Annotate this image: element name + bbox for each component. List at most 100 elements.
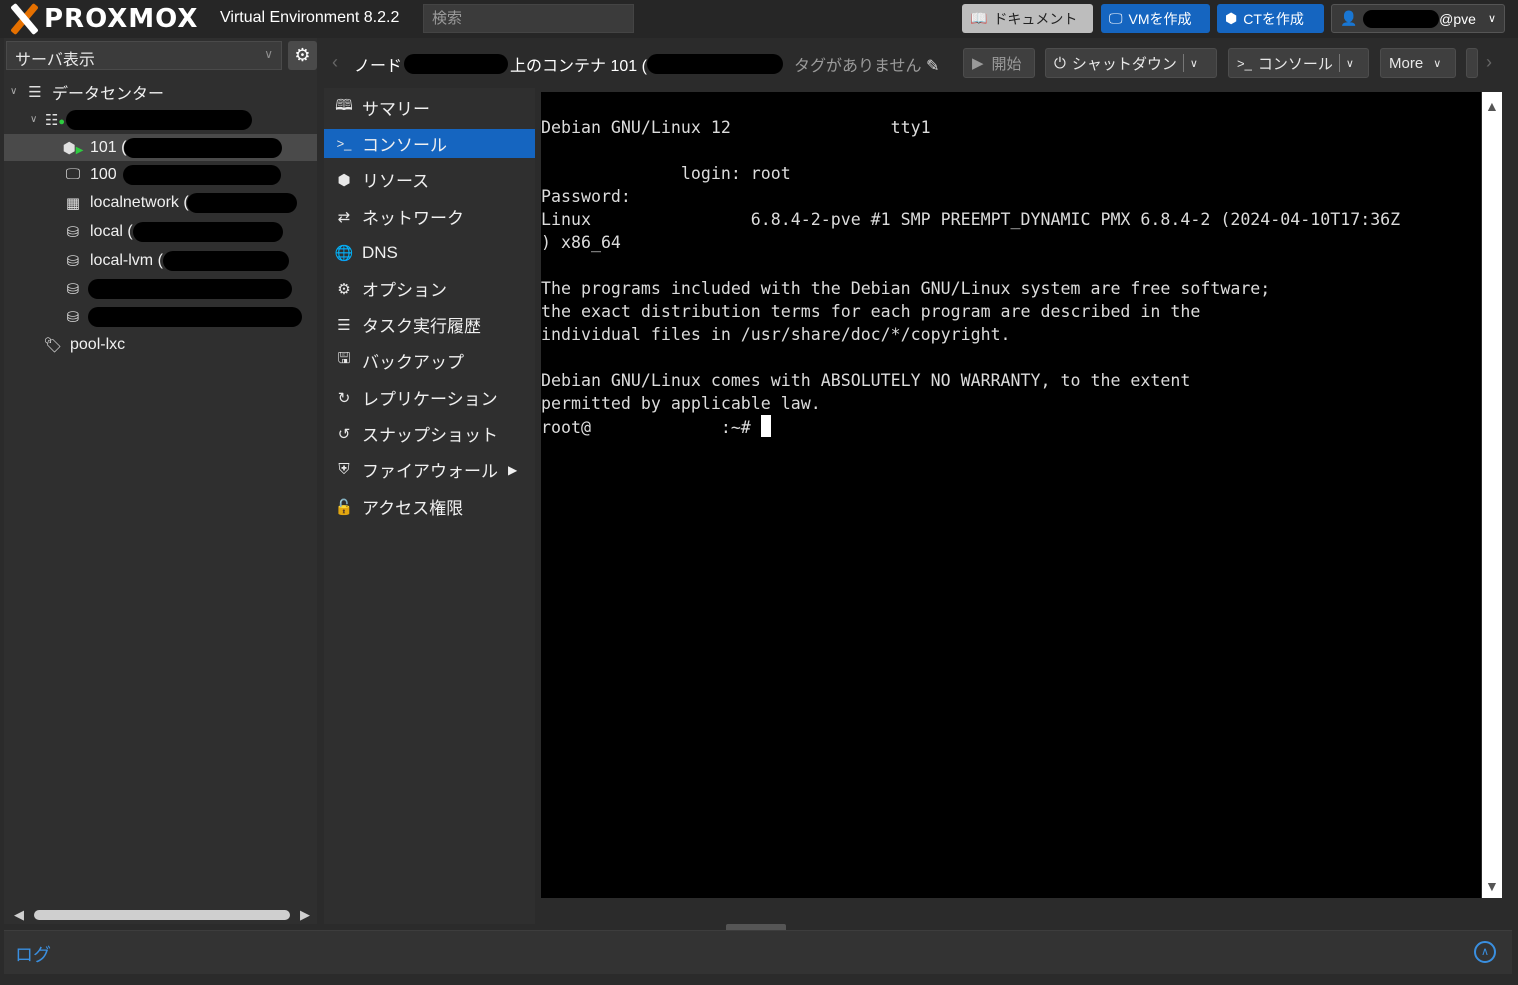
redacted-vm-name <box>122 164 281 185</box>
menu-item-permissions[interactable]: 🔓 アクセス権限 <box>324 492 535 521</box>
more-label: More <box>1389 54 1424 72</box>
pencil-icon[interactable]: ✎ <box>926 58 939 75</box>
vm-icon: 🖵 <box>65 166 81 183</box>
redacted-storage-node <box>132 221 283 242</box>
chevron-right-icon[interactable]: › <box>1486 52 1492 73</box>
terminal-line: Debian GNU/Linux comes with ABSOLUTELY N… <box>541 371 1191 390</box>
storage-icon: ⛁ <box>66 223 80 241</box>
product-version: Virtual Environment 8.2.2 <box>220 9 400 26</box>
tree-horizontal-scrollbar[interactable]: ◀ ▶ <box>14 907 310 923</box>
chevron-down-icon[interactable]: ∨ <box>1346 57 1354 70</box>
tree-settings-button[interactable]: ⚙ <box>288 41 317 70</box>
tree-item-pool-lxc[interactable]: 🏷 pool-lxc <box>42 331 125 358</box>
menu-item-task-history[interactable]: ☰ タスク実行履歴 <box>324 310 535 339</box>
overflow-button[interactable] <box>1466 48 1478 78</box>
terminal-line: permitted by applicable law. <box>541 394 821 413</box>
menu-item-label: バックアップ <box>362 353 464 372</box>
terminal-line: Linux 6.8.4-2-pve #1 SMP PREEMPT_DYNAMIC… <box>541 210 1401 229</box>
expand-up-icon[interactable]: ∧ <box>1474 941 1496 963</box>
proxmox-logo[interactable]: PROXMOX <box>6 2 198 36</box>
docs-button[interactable]: 📖 ドキュメント <box>962 4 1093 33</box>
resource-tree-panel: サーバ表示 ∨ ⚙ ∨ ☰ データセンター ∨ ☷● ⬢▶ 101 ( 🖵 10… <box>4 38 317 924</box>
tree-item-label: local ( <box>90 222 133 240</box>
title-prefix: ノード <box>354 58 403 75</box>
tree-item-storage-local-lvm[interactable]: ⛁ local-lvm ( <box>62 247 289 274</box>
shutdown-button[interactable]: ⏻ シャットダウン ∨ <box>1045 48 1217 78</box>
terminal-line: ) x86_64 <box>541 233 621 252</box>
tree-item-label: 100 <box>90 165 117 183</box>
tree-item-container-101[interactable]: ⬢▶ 101 ( <box>4 134 317 161</box>
list-icon: ☰ <box>337 316 351 334</box>
tree-item-storage-unknown[interactable]: ⛁ <box>62 275 292 302</box>
more-button[interactable]: More ∨ <box>1380 48 1456 78</box>
redacted-username <box>1363 9 1440 28</box>
menu-item-backup[interactable]: 🖫 バックアップ <box>324 346 535 375</box>
view-selector[interactable]: サーバ表示 ∨ <box>6 41 282 70</box>
node-online-icon: ☷● <box>44 111 66 129</box>
menu-item-snapshot[interactable]: ↺ スナップショット <box>324 419 535 448</box>
tree-item-vm-100[interactable]: 🖵 100 <box>62 161 281 188</box>
storage-unknown-icon: ⛁ <box>66 280 80 298</box>
terminal-prompt: root@ :~# <box>541 418 761 437</box>
create-vm-label: VMを作成 <box>1128 10 1192 27</box>
tree-item-label: データセンター <box>52 85 165 103</box>
menu-item-dns[interactable]: 🌐 DNS <box>324 238 535 267</box>
docs-button-label: ドキュメント <box>993 10 1078 27</box>
play-icon: ▶ <box>972 55 984 72</box>
content-toolbar: ‹ ノード 上のコンテナ 101 ( タグがありません ✎ ▶ 開始 ⏻ シャッ… <box>324 42 1518 84</box>
caret-right-icon: ▶ <box>508 462 518 477</box>
retweet-icon: ↻ <box>337 389 351 407</box>
tree-item-node[interactable]: ∨ ☷● <box>30 106 252 133</box>
start-button[interactable]: ▶ 開始 <box>963 48 1035 78</box>
scrollbar-thumb[interactable] <box>34 910 290 920</box>
terminal-console[interactable]: Debian GNU/Linux 12 tty1 login: root Pas… <box>541 92 1481 898</box>
menu-item-label: ファイアウォール <box>362 462 498 481</box>
globe-icon: 🌐 <box>334 244 354 262</box>
menu-item-label: ネットワーク <box>362 209 464 228</box>
menu-item-network[interactable]: ⇄ ネットワーク <box>324 202 535 231</box>
user-icon: 👤 <box>1340 10 1358 26</box>
scroll-up-icon[interactable]: ▲ <box>1485 98 1499 114</box>
page-title: ノード 上のコンテナ 101 ( <box>354 52 783 76</box>
tree-item-label: pool-lxc <box>70 335 126 353</box>
tree-item-datacenter[interactable]: ∨ ☰ データセンター <box>10 78 164 105</box>
menu-item-label: アクセス権限 <box>362 499 464 518</box>
tree-item-localnetwork[interactable]: ▦ localnetwork ( <box>62 189 297 216</box>
chevron-down-icon: ∨ <box>30 114 38 125</box>
create-ct-button[interactable]: ⬢ CTを作成 <box>1217 4 1324 33</box>
scroll-down-icon[interactable]: ▼ <box>1485 878 1499 894</box>
book-icon: 🕮 <box>335 97 353 114</box>
log-panel-title[interactable]: ログ <box>15 941 51 967</box>
terminal-icon: >_ <box>336 136 352 151</box>
chevron-down-icon[interactable]: ∨ <box>1190 57 1198 70</box>
terminal-line: the exact distribution terms for each pr… <box>541 302 1201 321</box>
cube-icon: ⬢ <box>1225 10 1238 26</box>
title-middle: 上のコンテナ 101 ( <box>510 58 647 75</box>
terminal-cursor <box>760 415 771 437</box>
shutdown-label: シャットダウン <box>1071 55 1177 73</box>
chevron-down-icon: ∨ <box>1433 57 1442 70</box>
tags-area[interactable]: タグがありません ✎ <box>794 52 939 76</box>
tree-item-storage-local[interactable]: ⛁ local ( <box>62 218 283 245</box>
menu-item-resources[interactable]: ⬢ リソース <box>324 165 535 194</box>
chevron-left-icon[interactable]: ‹ <box>332 52 338 73</box>
menu-item-firewall[interactable]: ⛨ ファイアウォール ▶ <box>324 455 535 484</box>
menu-item-replication[interactable]: ↻ レプリケーション <box>324 383 535 412</box>
console-button[interactable]: >_ コンソール ∨ <box>1228 48 1369 78</box>
search-input[interactable] <box>423 4 634 33</box>
scroll-left-icon[interactable]: ◀ <box>14 907 24 923</box>
create-vm-button[interactable]: 🖵 VMを作成 <box>1101 4 1210 33</box>
exchange-icon: ⇄ <box>337 208 351 226</box>
scroll-right-icon[interactable]: ▶ <box>300 907 310 923</box>
menu-item-label: タスク実行履歴 <box>362 317 481 336</box>
user-menu-button[interactable]: 👤 @pve ∨ <box>1331 4 1505 33</box>
menu-item-console[interactable]: >_ コンソール <box>324 129 535 158</box>
create-ct-label: CTを作成 <box>1243 10 1304 27</box>
menu-item-summary[interactable]: 🕮 サマリー <box>324 93 535 122</box>
terminal-vertical-scrollbar[interactable]: ▲ ▼ <box>1482 92 1502 898</box>
network-grid-icon: ▦ <box>65 194 81 212</box>
tree-item-storage[interactable]: ⛁ <box>62 303 302 330</box>
book-icon: 📖 <box>970 10 988 26</box>
menu-item-options[interactable]: ⚙ オプション <box>324 274 535 303</box>
menu-item-label: サマリー <box>362 100 430 119</box>
